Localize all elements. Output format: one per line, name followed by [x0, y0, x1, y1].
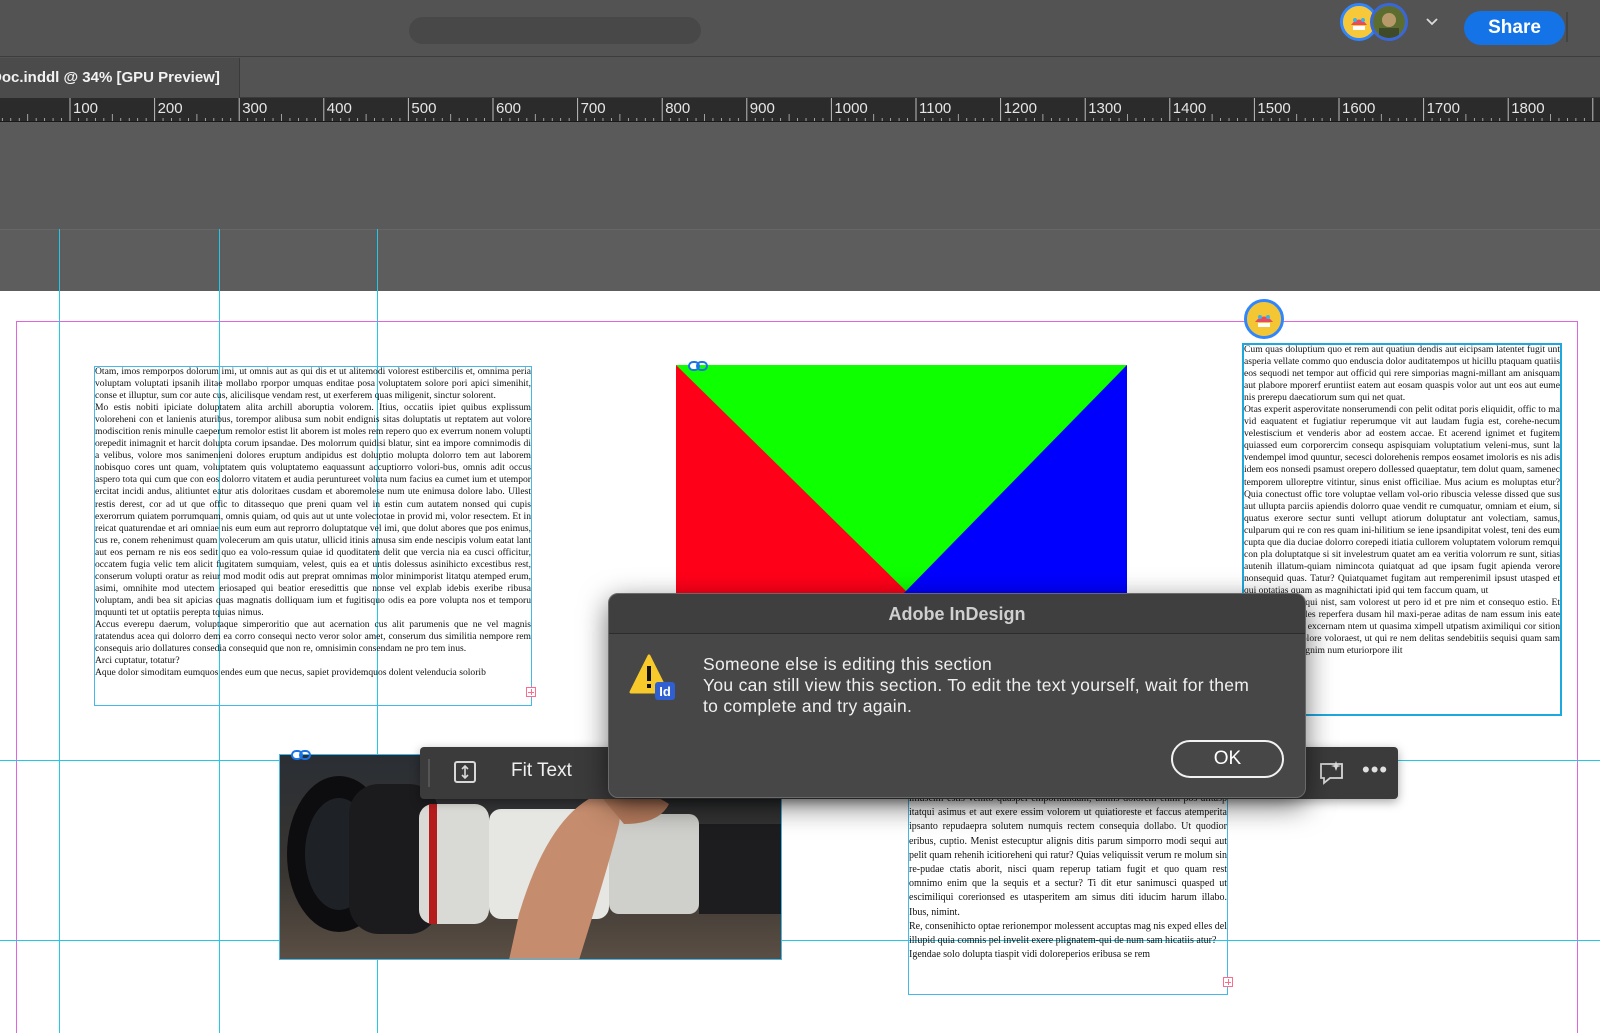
ruler-label: 800 — [665, 100, 691, 117]
margin-guide-left — [16, 321, 17, 1033]
text-frame-left-content: Otam, imos remporpos dolorum imi, ut omn… — [95, 366, 531, 679]
ruler-label: 1700 — [1426, 100, 1460, 117]
horizontal-ruler[interactable]: 100 200 300 400 500 600 700 800 900 1000 1100 1200 1… — [0, 98, 1600, 122]
document-tab-title: Doc.inddl @ 34% [GPU Preview] — [0, 69, 220, 86]
row-guide — [0, 940, 1600, 941]
triangle-graphic-image[interactable] — [676, 365, 1127, 593]
alert-dialog: Adobe InDesign Id Someone else is editin… — [608, 593, 1306, 798]
ruler-label: 900 — [749, 100, 775, 117]
ruler-label: 1500 — [1257, 100, 1291, 117]
document-tab[interactable]: Doc.inddl @ 34% [GPU Preview] — [0, 58, 240, 98]
ruler-label: 1600 — [1342, 100, 1376, 117]
ruler-label: 1400 — [1172, 100, 1207, 117]
toolbar-grip[interactable] — [428, 759, 432, 787]
dialog-title: Adobe InDesign — [609, 594, 1305, 634]
dialog-message: Someone else is editing this section You… — [703, 654, 1283, 717]
ruler-label: 200 — [157, 100, 183, 117]
chevron-down-icon[interactable] — [1424, 14, 1440, 30]
ok-button[interactable]: OK — [1171, 740, 1284, 778]
column-guide — [59, 291, 60, 1033]
collaborator-editing-avatar[interactable] — [1244, 299, 1284, 339]
search-field[interactable] — [409, 17, 701, 44]
warning-icon: Id — [629, 654, 675, 700]
ruler-label: 1800 — [1511, 100, 1545, 117]
ruler-label: 300 — [242, 100, 268, 117]
margin-guide-right — [1577, 321, 1578, 1033]
ruler-label: 100 — [73, 100, 99, 117]
ruler-label: 700 — [580, 100, 606, 117]
fit-text-icon[interactable] — [454, 761, 476, 783]
ruler-label: 500 — [411, 100, 437, 117]
dialog-body-line-1: You can still view this section. To edit… — [703, 675, 1250, 695]
dialog-heading: Someone else is editing this section — [703, 654, 993, 674]
ruler-label: 1300 — [1088, 100, 1122, 117]
ruler-label: 1200 — [1003, 100, 1037, 117]
link-icon[interactable] — [688, 360, 708, 372]
svg-text:Id: Id — [659, 684, 671, 699]
overset-text-indicator[interactable] — [526, 687, 536, 697]
top-bar: Share — [0, 0, 1600, 57]
ruler-label: 1100 — [919, 100, 952, 117]
fit-text-button[interactable]: Fit Text — [511, 760, 572, 782]
collaborator-avatars[interactable] — [1340, 3, 1408, 43]
text-frame-bottom-content: imuscim estis venito quaspel empornundam… — [909, 793, 1227, 961]
dialog-body-line-2: to complete and try again. — [703, 696, 913, 716]
ruler-label: 400 — [326, 100, 352, 117]
text-frame-bottom[interactable]: imuscim estis venito quaspel empornundam… — [909, 792, 1227, 992]
collaborator-avatar-2[interactable] — [1370, 3, 1408, 41]
margin-guide-top — [16, 321, 1578, 322]
ruler-label: 600 — [496, 100, 522, 117]
overset-text-indicator[interactable] — [1223, 977, 1233, 987]
text-frame-left[interactable]: Otam, imos remporpos dolorum imi, ut omn… — [95, 366, 531, 706]
share-button[interactable]: Share — [1464, 11, 1565, 45]
document-tab-bar: Doc.inddl @ 34% [GPU Preview] — [0, 58, 1600, 98]
more-options-icon[interactable]: ••• — [1362, 759, 1387, 783]
link-icon[interactable] — [291, 749, 311, 761]
ruler-label: 1000 — [834, 100, 868, 117]
pasteboard-band — [0, 229, 1600, 291]
toolbar-divider — [1566, 12, 1568, 42]
generative-ai-icon[interactable] — [1318, 760, 1346, 786]
pasteboard — [0, 122, 1600, 291]
